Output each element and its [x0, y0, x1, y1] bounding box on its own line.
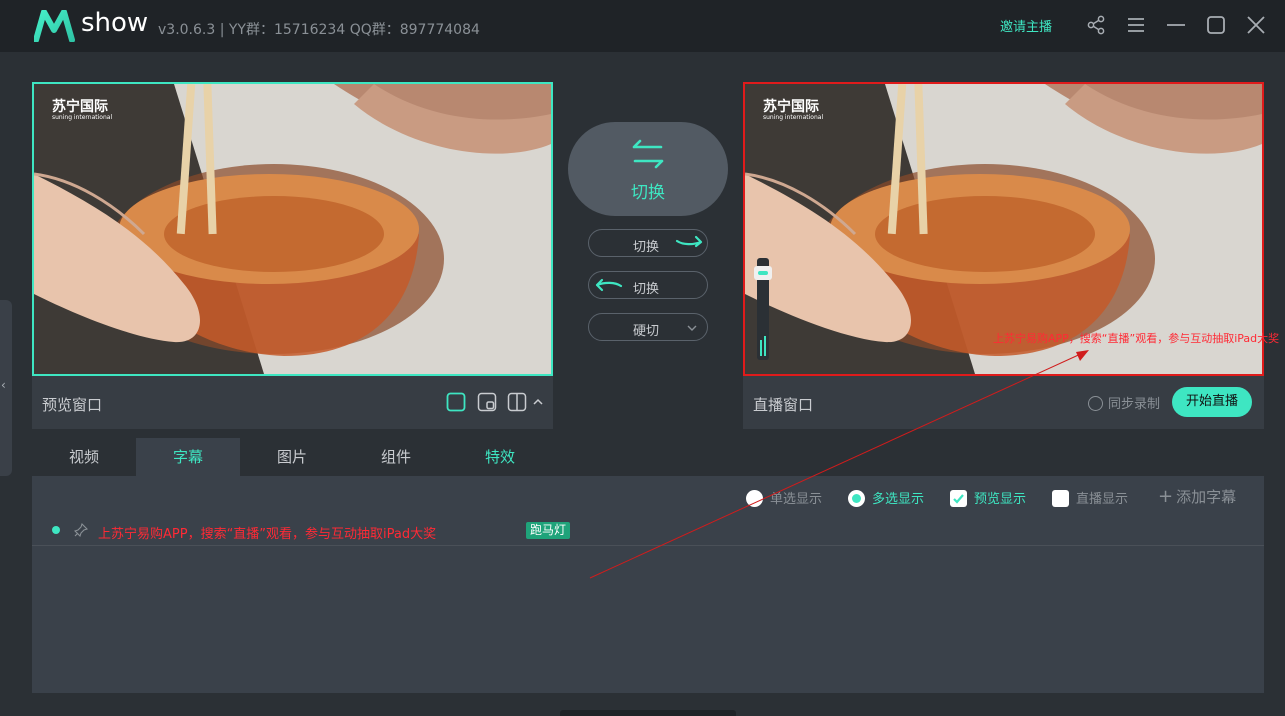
- bottom-handle[interactable]: [560, 710, 736, 716]
- annotation-arrow: [589, 350, 1089, 579]
